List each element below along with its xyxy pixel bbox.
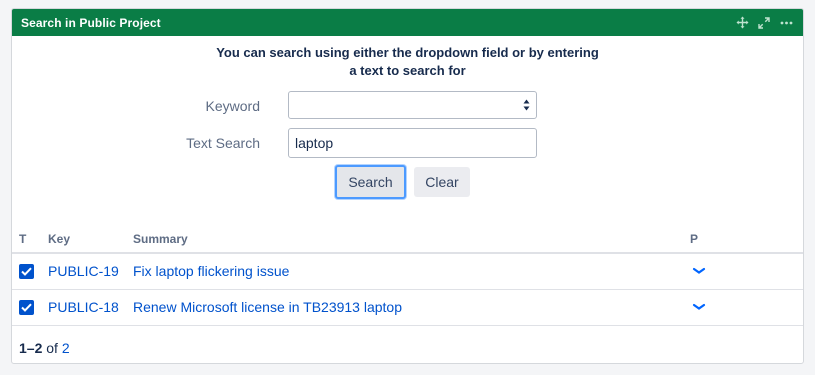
pagination: 1–2 of 2 (19, 340, 70, 356)
search-instructions: You can search using either the dropdown… (12, 44, 803, 80)
expand-icon[interactable] (757, 16, 771, 30)
more-icon[interactable] (779, 16, 793, 30)
issue-key-link[interactable]: PUBLIC-18 (48, 299, 119, 315)
gadget-header: Search in Public Project (12, 9, 803, 36)
column-summary[interactable]: Summary (133, 232, 188, 246)
search-gadget: Search in Public Project You can search … (11, 8, 804, 364)
column-type[interactable]: T (19, 232, 26, 246)
header-icons (735, 16, 793, 30)
search-button[interactable]: Search (335, 165, 406, 199)
text-search-input[interactable]: laptop (288, 128, 537, 158)
results-table: T Key Summary P PUBLIC-19 Fix laptop fli… (12, 228, 803, 326)
priority-low-icon (692, 267, 706, 274)
move-icon[interactable] (735, 16, 749, 30)
text-search-row: Text Search laptop (12, 128, 803, 158)
table-header: T Key Summary P (12, 228, 803, 254)
select-arrows-icon (523, 99, 530, 111)
table-row: PUBLIC-19 Fix laptop flickering issue (12, 254, 803, 290)
keyword-dropdown[interactable] (288, 91, 537, 119)
keyword-label: Keyword (205, 98, 260, 114)
priority-low-icon (692, 303, 706, 310)
pagination-of: of (46, 340, 58, 356)
pagination-total-link[interactable]: 2 (62, 340, 70, 356)
table-row: PUBLIC-18 Renew Microsoft license in TB2… (12, 290, 803, 326)
intro-line-1: You can search using either the dropdown… (216, 45, 599, 60)
gadget-title: Search in Public Project (21, 15, 161, 30)
issue-summary-link[interactable]: Renew Microsoft license in TB23913 lapto… (133, 299, 402, 315)
keyword-row: Keyword (12, 91, 803, 121)
task-checkbox-icon (19, 264, 34, 279)
issue-summary-link[interactable]: Fix laptop flickering issue (133, 263, 289, 279)
issue-key-link[interactable]: PUBLIC-19 (48, 263, 119, 279)
intro-line-2: a text to search for (349, 63, 466, 78)
clear-button[interactable]: Clear (414, 167, 470, 197)
text-search-label: Text Search (186, 135, 260, 151)
task-checkbox-icon (19, 300, 34, 315)
column-priority[interactable]: P (690, 232, 698, 246)
column-key[interactable]: Key (48, 232, 70, 246)
pagination-range: 1–2 (19, 340, 43, 356)
